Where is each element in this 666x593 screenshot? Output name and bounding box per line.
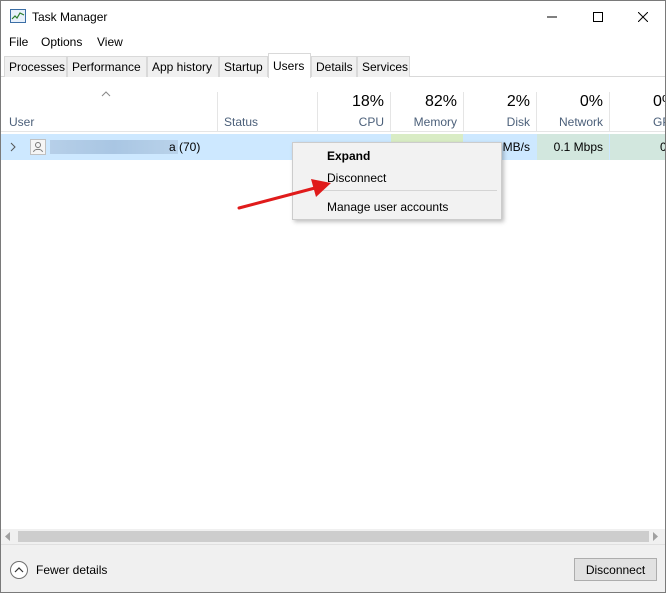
- column-header-row: User Status 18% CPU 82% Memory 2% Disk 0…: [1, 77, 665, 132]
- gpu-percent: 0%: [653, 93, 665, 110]
- column-memory[interactable]: Memory: [391, 115, 457, 129]
- sort-ascending-icon: [101, 91, 111, 97]
- minimize-icon: [547, 16, 557, 17]
- chevron-up-icon[interactable]: [10, 561, 28, 579]
- column-user[interactable]: User: [9, 115, 34, 129]
- cpu-percent: 18%: [351, 93, 384, 110]
- tab-performance[interactable]: Performance: [67, 56, 147, 77]
- network-percent: 0%: [579, 93, 603, 110]
- menu-item-manage-user-accounts[interactable]: Manage user accounts: [327, 200, 448, 214]
- column-network[interactable]: Network: [537, 115, 603, 129]
- column-divider[interactable]: [217, 92, 218, 132]
- column-status[interactable]: Status: [224, 115, 258, 129]
- tab-details[interactable]: Details: [311, 56, 357, 77]
- fewer-details-link[interactable]: Fewer details: [36, 563, 107, 577]
- scrollbar-thumb[interactable]: [18, 531, 649, 542]
- gpu-value: 0: [660, 140, 665, 154]
- tab-startup[interactable]: Startup: [219, 56, 268, 77]
- menu-file[interactable]: File: [9, 35, 28, 49]
- gpu-cell: [610, 134, 665, 160]
- scroll-left-icon[interactable]: [5, 532, 11, 541]
- scroll-right-icon[interactable]: [653, 532, 659, 541]
- column-gpu[interactable]: GPU: [653, 115, 665, 129]
- menu-options[interactable]: Options: [41, 35, 82, 49]
- tab-bar: Processes Performance App history Startu…: [1, 52, 665, 78]
- task-manager-window: Task Manager File Options View Processes…: [0, 0, 666, 593]
- menu-separator: [323, 190, 497, 191]
- close-button[interactable]: [620, 1, 665, 32]
- window-title: Task Manager: [32, 10, 108, 24]
- tab-users[interactable]: Users: [268, 53, 311, 78]
- redacted-user-name: [50, 140, 178, 154]
- annotation-arrow-icon: [237, 179, 331, 210]
- menu-item-expand[interactable]: Expand: [327, 149, 370, 163]
- menu-view[interactable]: View: [97, 35, 123, 49]
- column-cpu[interactable]: CPU: [318, 115, 384, 129]
- title-bar: Task Manager: [1, 1, 665, 32]
- close-icon: [638, 11, 648, 22]
- maximize-button[interactable]: [575, 1, 621, 32]
- tab-processes[interactable]: Processes: [4, 56, 67, 77]
- network-value: 0.1 Mbps: [553, 140, 603, 154]
- menu-bar: File Options View: [1, 32, 665, 52]
- avatar: [30, 139, 46, 155]
- footer: Fewer details Disconnect: [1, 544, 665, 592]
- disconnect-button[interactable]: Disconnect: [574, 558, 657, 581]
- minimize-button[interactable]: [529, 1, 575, 32]
- column-disk[interactable]: Disk: [464, 115, 530, 129]
- tab-app-history[interactable]: App history: [147, 56, 219, 77]
- tab-services[interactable]: Services: [357, 56, 410, 77]
- column-divider[interactable]: [609, 92, 610, 132]
- disk-percent: 2%: [506, 93, 530, 110]
- maximize-icon: [593, 11, 603, 22]
- task-manager-icon: [10, 9, 26, 23]
- memory-percent: 82%: [424, 93, 457, 110]
- horizontal-scrollbar[interactable]: [1, 529, 665, 544]
- chevron-right-icon[interactable]: [10, 142, 16, 152]
- user-name-suffix: a (70): [169, 140, 201, 154]
